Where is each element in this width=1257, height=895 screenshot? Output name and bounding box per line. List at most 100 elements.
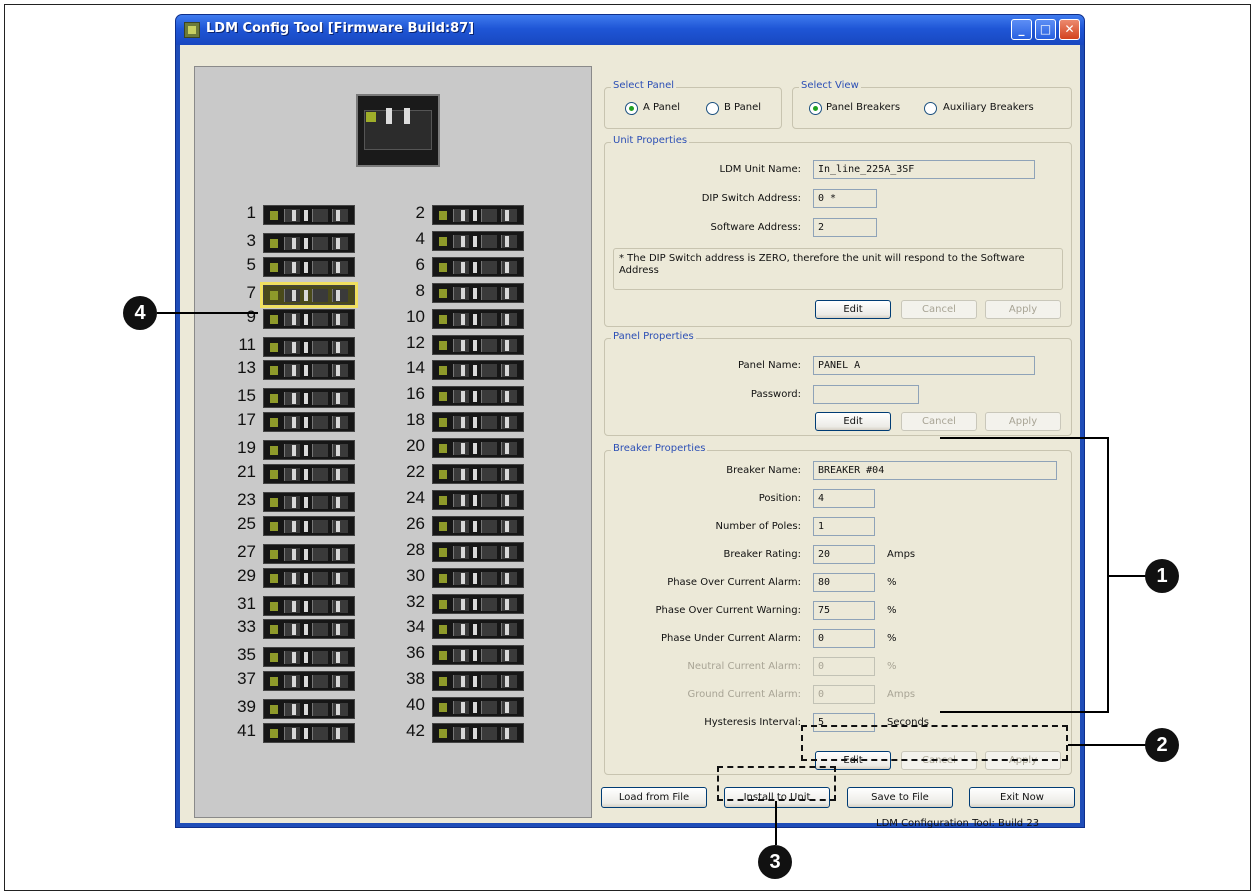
breaker-segment — [481, 727, 497, 740]
breaker-switch-icon — [461, 624, 465, 636]
breaker[interactable] — [432, 256, 524, 277]
phase-under-current-alarm-field[interactable]: 0 — [813, 629, 875, 648]
breaker[interactable] — [432, 438, 524, 459]
breaker-switch-icon — [473, 313, 477, 325]
breaker[interactable] — [432, 386, 524, 407]
panel-apply-button[interactable]: Apply — [985, 412, 1061, 431]
breaker-segment — [501, 312, 517, 326]
b-panel-radio[interactable] — [706, 102, 719, 115]
ground-current-alarm-field[interactable]: 0 — [813, 685, 875, 704]
breaker-segment — [481, 649, 497, 663]
phase-under-current-alarm-unit: % — [887, 633, 897, 644]
breaker-number: 24 — [406, 487, 425, 507]
breaker[interactable] — [432, 489, 524, 510]
app-icon — [184, 22, 200, 38]
breaker-switch-icon — [505, 598, 509, 610]
breaker-segment — [481, 260, 497, 274]
breaker-name-field[interactable]: BREAKER #04 — [813, 461, 1057, 480]
breaker-switch-icon — [461, 339, 465, 351]
phase-over-current-alarm-field[interactable]: 80 — [813, 573, 875, 592]
breaker-switch-icon — [473, 650, 477, 662]
breaker[interactable] — [432, 567, 524, 588]
close-button[interactable]: ✕ — [1059, 19, 1080, 40]
breaker[interactable] — [432, 282, 524, 303]
breaker-segment — [481, 234, 497, 248]
breaker[interactable] — [432, 515, 524, 536]
maximize-button[interactable]: □ — [1035, 19, 1056, 40]
breaker-segment — [501, 468, 517, 481]
breaker[interactable] — [432, 230, 524, 251]
breaker[interactable] — [432, 334, 524, 355]
breaker-led-icon — [439, 599, 447, 609]
breaker[interactable] — [432, 308, 524, 329]
breaker[interactable] — [432, 360, 524, 381]
breaker-row: 16 — [195, 384, 593, 407]
ldm-unit-name-field[interactable]: In_line_225A_3SF — [813, 160, 1035, 179]
breaker[interactable] — [432, 412, 524, 433]
breaker[interactable] — [432, 723, 524, 743]
breaker-led-icon — [439, 521, 447, 531]
app-window: LDM Config Tool [Firmware Build:87] _ □ … — [175, 14, 1085, 829]
dip-switch-address-field[interactable]: 0 * — [813, 189, 877, 208]
breaker-switch-icon — [473, 572, 477, 584]
breaker-switch-icon — [473, 624, 477, 636]
breaker-switch-icon — [461, 417, 465, 429]
load-from-file-button[interactable]: Load from File — [601, 787, 707, 808]
unit-edit-button[interactable]: Edit — [815, 300, 891, 319]
breaker-number: 8 — [415, 280, 425, 300]
unit-apply-button[interactable]: Apply — [985, 300, 1061, 319]
breaker[interactable] — [432, 697, 524, 718]
position-field[interactable]: 4 — [813, 489, 875, 508]
exit-now-button[interactable]: Exit Now — [969, 787, 1075, 808]
panel-name-field[interactable]: PANEL A — [813, 356, 1035, 375]
breaker-switch-icon — [505, 210, 509, 221]
neutral-current-alarm-field[interactable]: 0 — [813, 657, 875, 676]
breaker-led-icon — [439, 314, 447, 324]
software-address-field[interactable]: 2 — [813, 218, 877, 237]
breaker-row: 10 — [195, 307, 593, 330]
callout-3-line — [775, 801, 777, 845]
minimize-button[interactable]: _ — [1011, 19, 1032, 40]
breaker-switch-icon — [505, 546, 509, 558]
breaker-switch-icon — [473, 391, 477, 403]
breaker[interactable] — [432, 645, 524, 666]
breaker-led-icon — [439, 677, 447, 687]
breaker[interactable] — [432, 671, 524, 692]
save-to-file-button[interactable]: Save to File — [847, 787, 953, 808]
title-bar[interactable]: LDM Config Tool [Firmware Build:87] _ □ … — [176, 15, 1084, 45]
unit-cancel-button[interactable]: Cancel — [901, 300, 977, 319]
panel-cancel-button[interactable]: Cancel — [901, 412, 977, 431]
breaker-row: 12 — [195, 333, 593, 356]
breaker-number: 10 — [406, 306, 425, 326]
main-breaker[interactable] — [356, 94, 440, 167]
password-field[interactable] — [813, 385, 919, 404]
breaker-rating-field[interactable]: 20 — [813, 545, 875, 564]
breaker-switch-icon — [461, 546, 465, 558]
main-breaker-switch-icon — [404, 108, 410, 124]
breaker-switch-icon — [461, 676, 465, 688]
breaker[interactable] — [432, 541, 524, 562]
breaker[interactable] — [432, 593, 524, 614]
breaker[interactable] — [432, 619, 524, 640]
breaker-number: 18 — [406, 410, 425, 430]
breaker-segment — [501, 416, 517, 430]
breaker-rating-unit: Amps — [887, 549, 916, 560]
breaker-switch-icon — [473, 210, 477, 221]
breaker-switch-icon — [461, 520, 465, 532]
panel-name-label: Panel Name: — [737, 360, 801, 371]
breaker-segment — [501, 234, 517, 248]
number-of-poles-field[interactable]: 1 — [813, 517, 875, 536]
auxiliary-breakers-radio[interactable] — [924, 102, 937, 115]
breaker-segment — [501, 571, 517, 585]
breaker-switch-icon — [505, 728, 509, 739]
breaker-segment — [481, 623, 497, 637]
position-label: Position: — [758, 493, 801, 504]
panel-breakers-radio[interactable] — [809, 102, 822, 115]
panel-edit-button[interactable]: Edit — [815, 412, 891, 431]
breaker[interactable] — [432, 464, 524, 484]
breaker-number: 34 — [406, 617, 425, 637]
breaker[interactable] — [432, 205, 524, 225]
a-panel-radio[interactable] — [625, 102, 638, 115]
phase-over-current-warning-field[interactable]: 75 — [813, 601, 875, 620]
breaker-number: 30 — [406, 565, 425, 585]
